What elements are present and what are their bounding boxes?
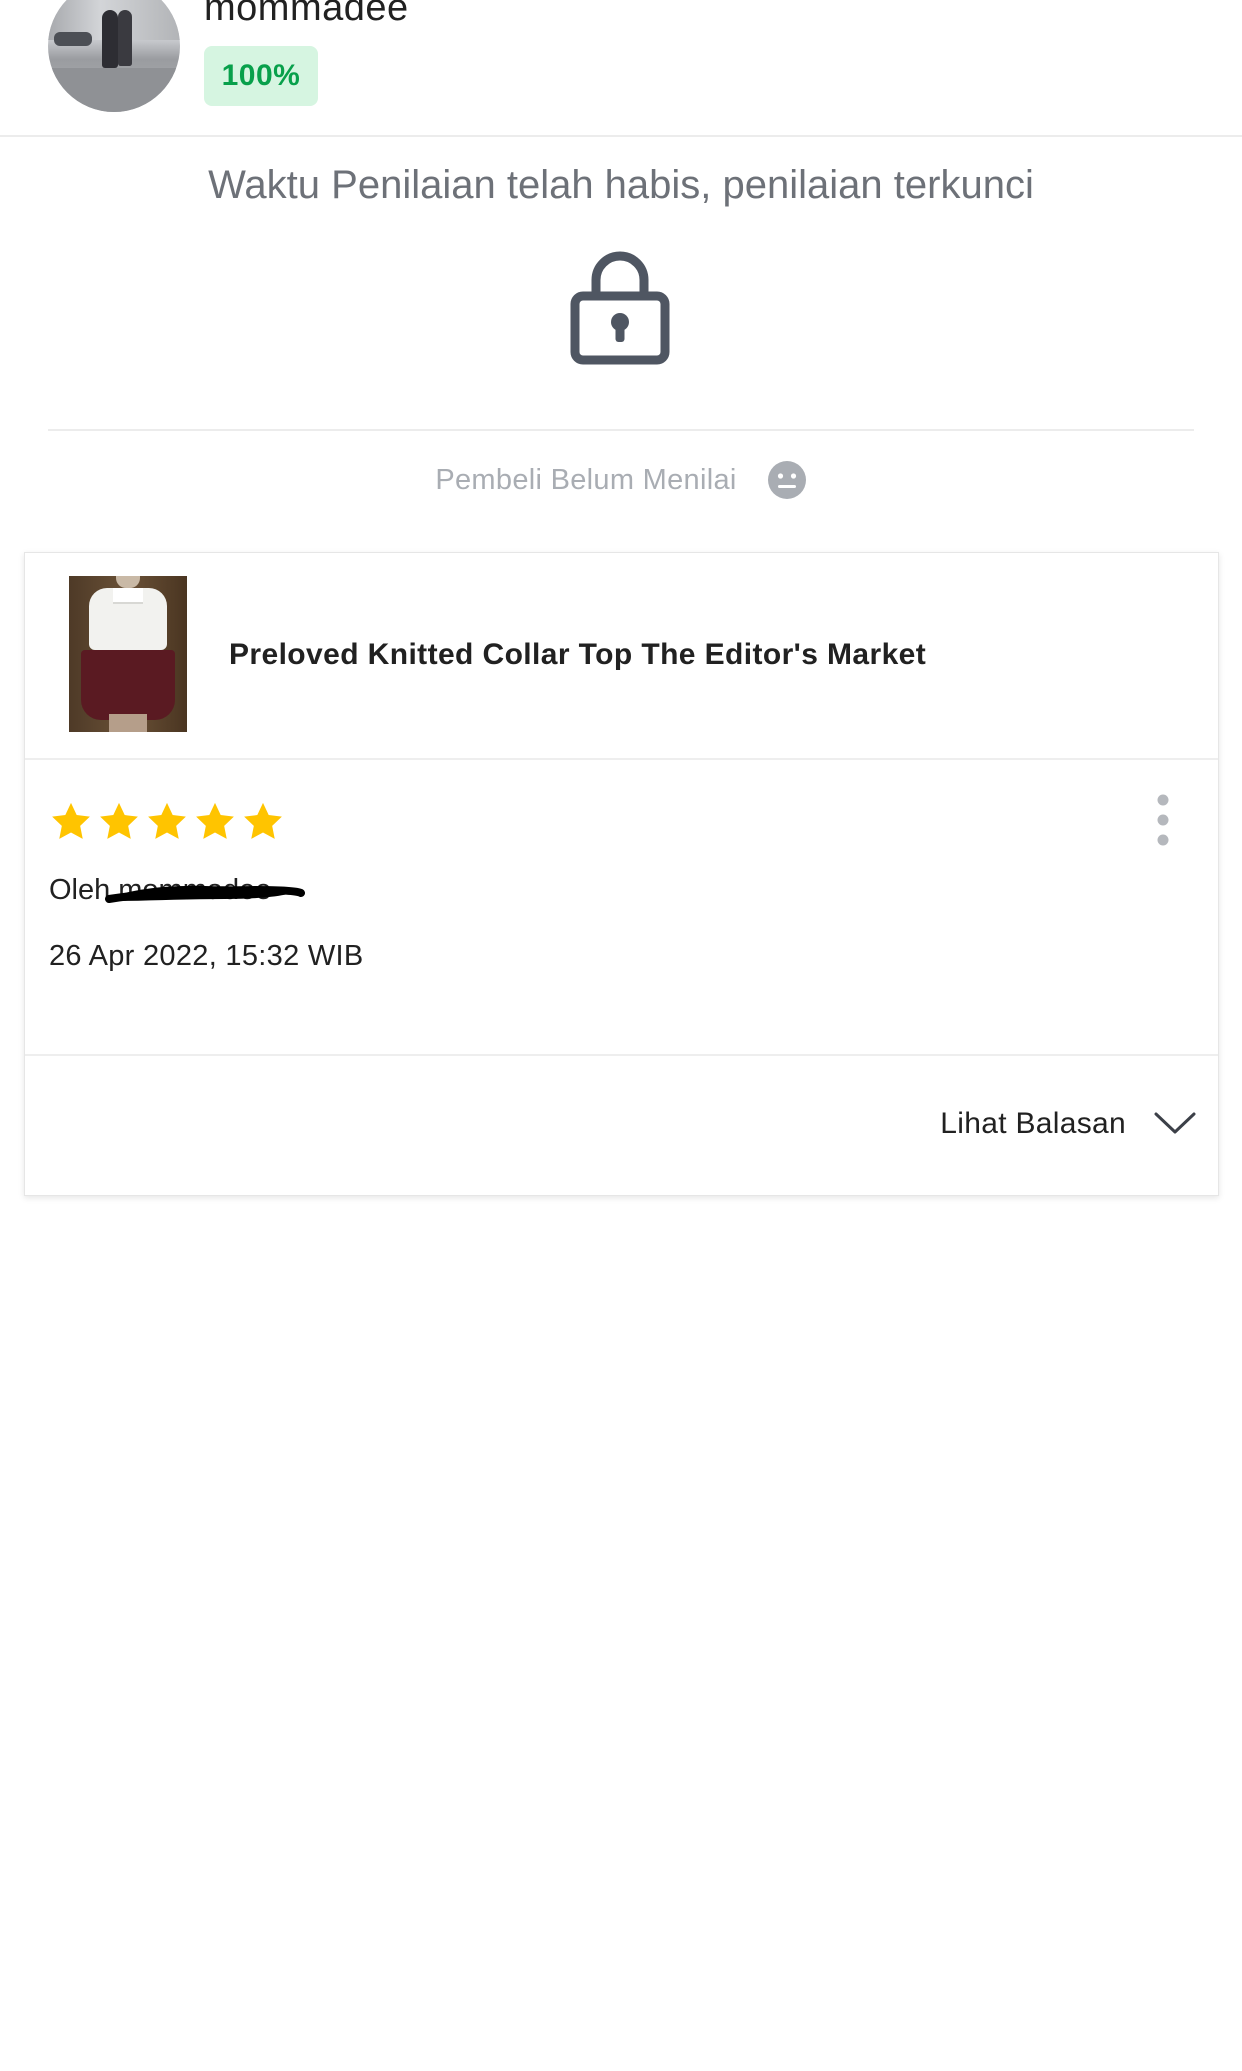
avatar[interactable] — [48, 0, 180, 112]
review-date: 26 Apr 2022, 15:32 WIB — [49, 940, 364, 972]
neutral-face-icon — [767, 461, 806, 499]
chevron-down-icon[interactable] — [1153, 1110, 1197, 1136]
divider — [48, 429, 1194, 431]
seller-header: mommadee 100% — [0, 0, 1242, 137]
star-icon — [244, 802, 282, 839]
star-icon — [148, 802, 186, 839]
thumb-skirt — [81, 650, 175, 720]
avatar-car — [54, 32, 92, 46]
lock-icon — [570, 251, 670, 365]
view-replies-row[interactable]: Lihat Balasan — [25, 1056, 1218, 1194]
redaction-scribble — [105, 885, 305, 903]
more-vertical-icon[interactable] — [1153, 794, 1173, 846]
avatar-ground — [48, 68, 180, 112]
star-icon — [196, 802, 234, 839]
thumb-legs — [109, 714, 147, 732]
star-icon — [100, 802, 138, 839]
view-replies-label[interactable]: Lihat Balasan — [940, 1104, 1126, 1144]
star-icon — [52, 802, 90, 839]
review-card: Preloved Knitted Collar Top The Editor's… — [24, 552, 1219, 1196]
buyer-rating-status: Pembeli Belum Menilai — [0, 458, 1242, 502]
thumb-collar — [113, 588, 143, 604]
avatar-person — [118, 10, 132, 66]
thumb-neck — [116, 576, 140, 588]
buyer-status-label: Pembeli Belum Menilai — [435, 463, 737, 496]
by-label: Oleh — [49, 874, 111, 906]
score-badge: 100% — [204, 46, 318, 106]
star-rating — [49, 800, 289, 848]
product-row[interactable]: Preloved Knitted Collar Top The Editor's… — [25, 553, 1218, 760]
product-thumbnail[interactable] — [69, 576, 187, 732]
product-name[interactable]: Preloved Knitted Collar Top The Editor's… — [229, 633, 926, 677]
review-body: Olehmommadee 26 Apr 2022, 15:32 WIB — [25, 760, 1218, 1056]
avatar-person — [102, 10, 118, 68]
review-locked-message: Waktu Penilaian telah habis, penilaian t… — [208, 163, 1034, 207]
username[interactable]: mommadee — [204, 0, 409, 32]
